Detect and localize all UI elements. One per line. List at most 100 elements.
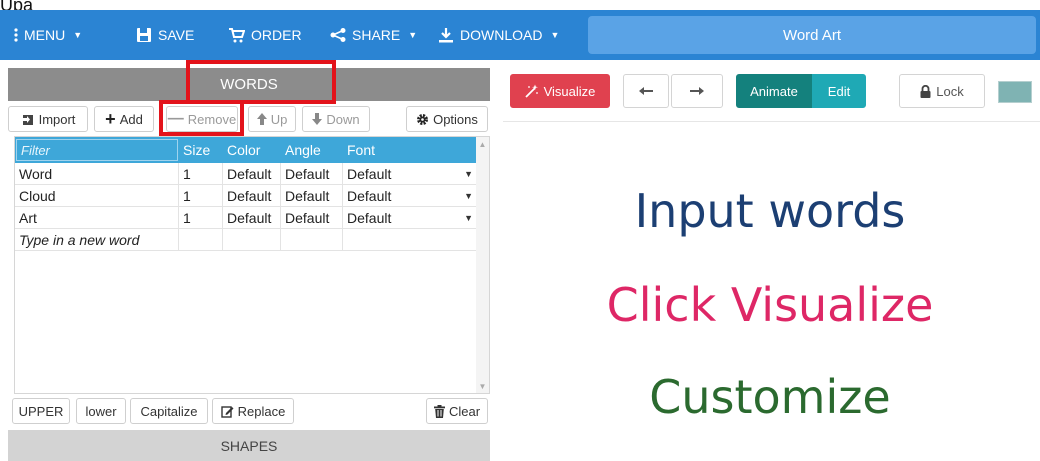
undo-button[interactable] xyxy=(623,74,669,108)
words-panel: WORDS Import + Add — Remove Up Down Opti… xyxy=(8,60,490,461)
edit-button[interactable]: Edit xyxy=(812,74,866,108)
vertical-dots-icon xyxy=(14,28,18,42)
art-title-field[interactable]: Word Art xyxy=(588,16,1036,54)
share-label: SHARE xyxy=(352,27,401,43)
caret-down-icon: ▼ xyxy=(550,30,560,40)
shapes-section-header[interactable]: SHAPES xyxy=(8,430,490,461)
scroll-down-icon[interactable]: ▼ xyxy=(476,380,489,392)
menu-label: MENU xyxy=(24,27,66,43)
lower-button[interactable]: lower xyxy=(76,398,126,424)
navbar: MENU ▼ SAVE ORDER SHARE ▼ DOWNLOAD ▼ Wor… xyxy=(0,10,1040,60)
size-cell[interactable]: 1 xyxy=(179,185,223,206)
lock-button[interactable]: Lock xyxy=(899,74,985,108)
angle-cell[interactable]: Default xyxy=(281,207,343,228)
color-cell[interactable]: Default xyxy=(223,163,281,184)
add-button[interactable]: + Add xyxy=(94,106,154,132)
word-cell[interactable]: Cloud xyxy=(15,185,179,206)
table-row[interactable]: Word 1 Default Default Default ▼ xyxy=(15,163,477,185)
options-label: Options xyxy=(433,111,478,127)
color-cell[interactable]: Default xyxy=(223,207,281,228)
down-label: Down xyxy=(326,111,360,127)
font-dropdown-icon[interactable]: ▼ xyxy=(464,207,473,229)
column-header-angle[interactable]: Angle xyxy=(281,137,343,163)
up-button[interactable]: Up xyxy=(248,106,296,132)
canvas-text-customize: Customize xyxy=(649,370,891,424)
size-cell[interactable] xyxy=(179,229,223,250)
download-label: DOWNLOAD xyxy=(460,27,543,43)
animate-button[interactable]: Animate xyxy=(736,74,812,108)
replace-button[interactable]: Replace xyxy=(212,398,294,424)
options-button[interactable]: Options xyxy=(406,106,488,132)
size-cell[interactable]: 1 xyxy=(179,207,223,228)
font-dropdown-icon[interactable]: ▼ xyxy=(464,185,473,207)
arrow-right-icon xyxy=(690,87,704,95)
canvas-toolbar: Visualize Animate Edit Lock xyxy=(503,74,1040,112)
arrow-down-icon xyxy=(312,113,323,125)
words-toolbar: Import + Add — Remove Up Down Options xyxy=(8,106,490,134)
edit-icon xyxy=(220,405,234,418)
case-toolbar: UPPER lower Capitalize Replace Clear xyxy=(8,398,490,424)
table-header: Filter Size Color Angle Font xyxy=(15,137,477,163)
visualize-label: Visualize xyxy=(543,83,596,99)
caret-down-icon: ▼ xyxy=(408,30,418,40)
cart-icon xyxy=(228,27,245,43)
new-word-input[interactable]: Type in a new word xyxy=(15,229,179,250)
visualize-button[interactable]: Visualize xyxy=(510,74,610,108)
table-row[interactable]: Cloud 1 Default Default Default ▼ xyxy=(15,185,477,207)
lock-icon xyxy=(920,84,931,98)
scroll-up-icon[interactable]: ▲ xyxy=(476,138,489,150)
table-scrollbar[interactable]: ▲ ▼ xyxy=(476,137,489,393)
import-button[interactable]: Import xyxy=(8,106,88,132)
upper-button[interactable]: UPPER xyxy=(12,398,70,424)
column-header-color[interactable]: Color xyxy=(223,137,281,163)
share-icon xyxy=(330,28,346,42)
save-icon xyxy=(136,27,152,43)
save-button[interactable]: SAVE xyxy=(136,10,194,60)
filter-input[interactable]: Filter xyxy=(16,139,178,161)
word-cell[interactable]: Art xyxy=(15,207,179,228)
column-header-size[interactable]: Size xyxy=(179,137,223,163)
angle-cell[interactable] xyxy=(281,229,343,250)
gear-icon xyxy=(416,113,429,126)
color-cell[interactable] xyxy=(223,229,281,250)
order-button[interactable]: ORDER xyxy=(228,10,302,60)
highlight-box-remove xyxy=(159,100,244,136)
menu-button[interactable]: MENU ▼ xyxy=(14,10,82,60)
words-table: Filter Size Color Angle Font Word 1 Defa… xyxy=(14,136,490,394)
import-label: Import xyxy=(38,111,76,127)
clear-label: Clear xyxy=(448,403,481,419)
caret-down-icon: ▼ xyxy=(73,30,83,40)
font-dropdown-icon[interactable]: ▼ xyxy=(464,163,473,185)
table-row[interactable]: Art 1 Default Default Default ▼ xyxy=(15,207,477,229)
new-word-row[interactable]: Type in a new word xyxy=(15,229,477,251)
font-cell[interactable]: Default xyxy=(343,207,477,228)
capitalize-button[interactable]: Capitalize xyxy=(130,398,208,424)
font-cell[interactable]: Default xyxy=(343,185,477,206)
background-color-swatch[interactable] xyxy=(998,81,1032,103)
plus-icon: + xyxy=(105,108,116,129)
save-label: SAVE xyxy=(158,27,195,43)
font-cell[interactable] xyxy=(343,229,477,250)
download-icon xyxy=(438,27,454,43)
top-text-fragment: Upa xyxy=(0,0,34,10)
size-cell[interactable]: 1 xyxy=(179,163,223,184)
magic-wand-icon xyxy=(524,84,539,98)
share-button[interactable]: SHARE ▼ xyxy=(330,10,417,60)
canvas-text-input-words: Input words xyxy=(634,184,906,238)
order-label: ORDER xyxy=(251,27,302,43)
lock-label: Lock xyxy=(936,83,964,99)
import-icon xyxy=(20,113,35,126)
canvas-divider xyxy=(503,121,1040,122)
font-cell[interactable]: Default xyxy=(343,163,477,184)
download-button[interactable]: DOWNLOAD ▼ xyxy=(438,10,559,60)
clear-button[interactable]: Clear xyxy=(426,398,488,424)
color-cell[interactable]: Default xyxy=(223,185,281,206)
down-button[interactable]: Down xyxy=(302,106,370,132)
angle-cell[interactable]: Default xyxy=(281,163,343,184)
angle-cell[interactable]: Default xyxy=(281,185,343,206)
add-label: Add xyxy=(119,111,143,127)
word-cell[interactable]: Word xyxy=(15,163,179,184)
column-header-font[interactable]: Font xyxy=(343,137,477,163)
redo-button[interactable] xyxy=(671,74,723,108)
highlight-box-words xyxy=(186,60,336,104)
